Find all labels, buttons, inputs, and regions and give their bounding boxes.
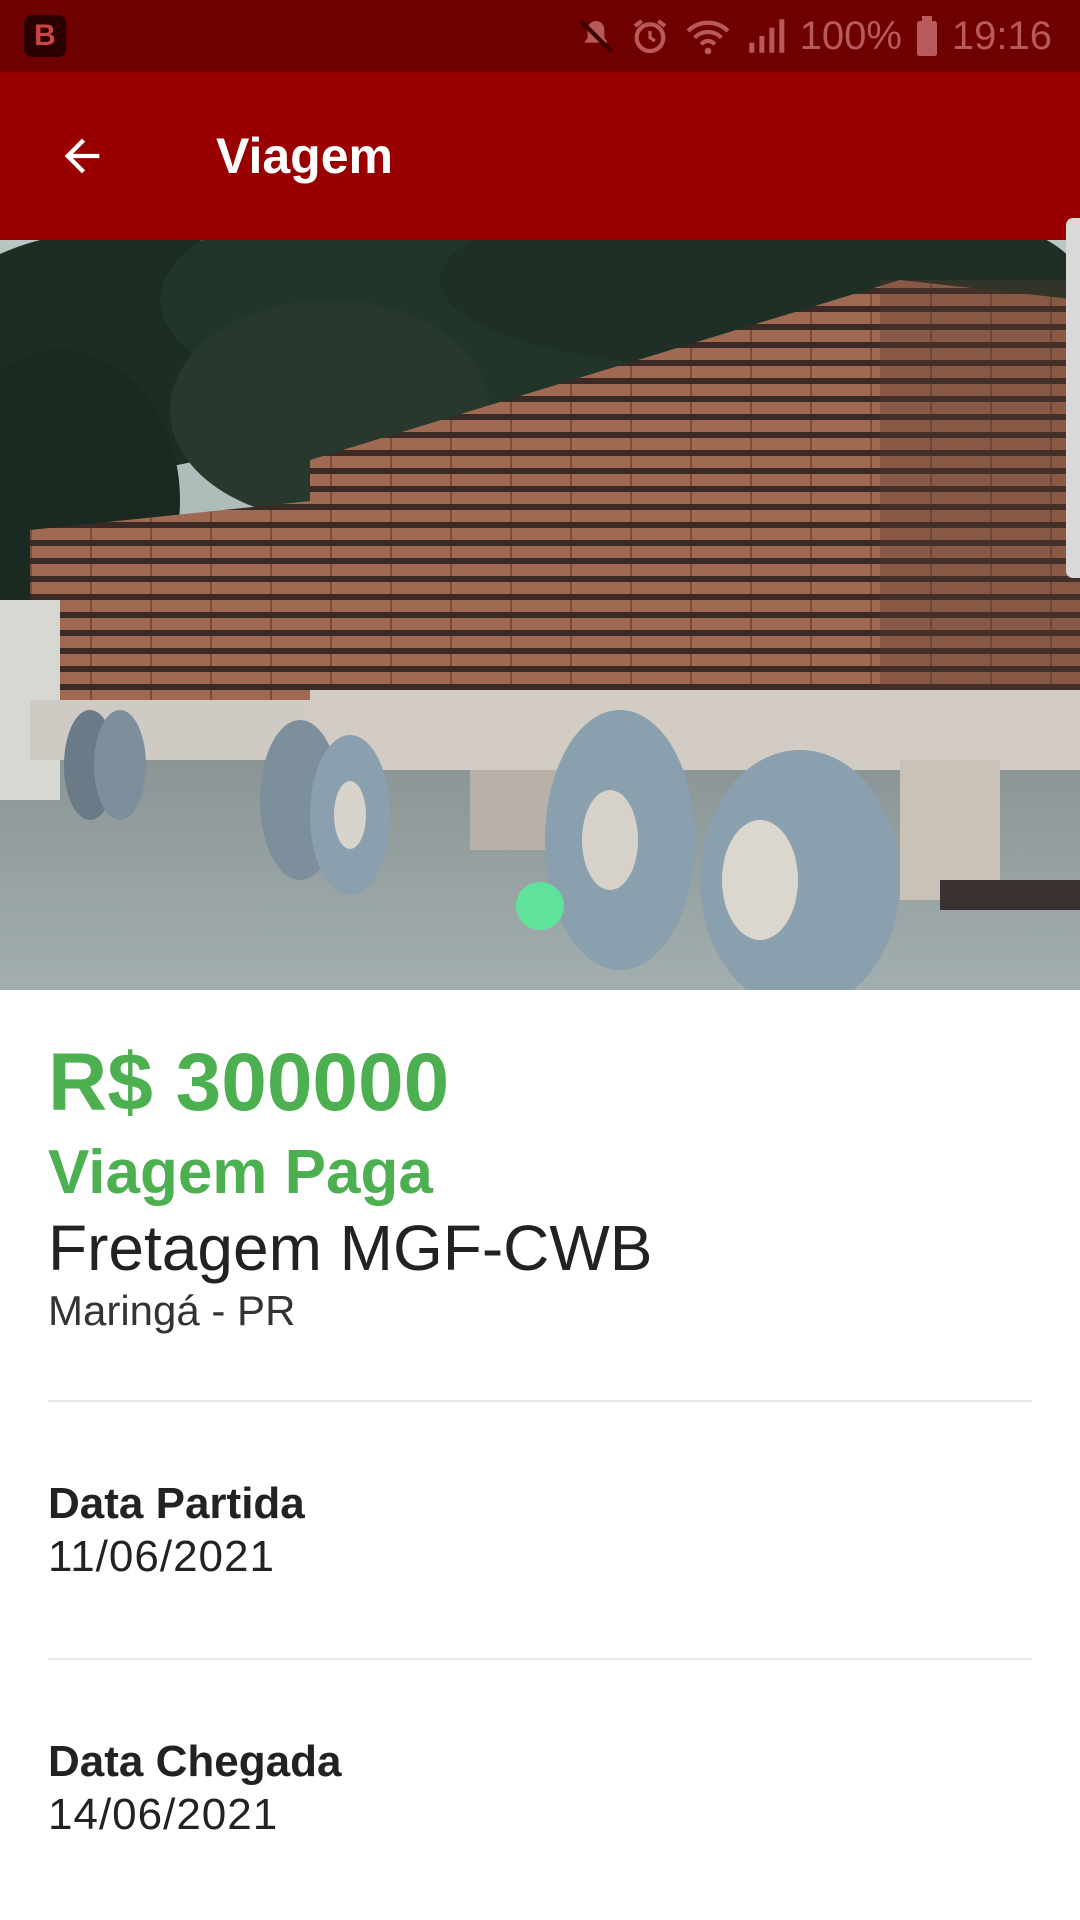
departure-date-value: 11/06/2021 xyxy=(48,1532,275,1582)
arrival-date-label: Data Chegada xyxy=(48,1736,342,1786)
battery-percentage: 100% xyxy=(799,13,902,58)
app-notification-icon: B xyxy=(24,15,66,57)
wifi-icon xyxy=(686,20,730,55)
arrival-date-section: Data Chegada 14/06/2021 xyxy=(48,1660,1032,1916)
status-icons: 100% 19:16 xyxy=(576,14,1052,59)
truck-with-lumber-photo xyxy=(0,240,1080,990)
carousel-page-indicator xyxy=(516,882,564,930)
trip-details: R$ 300000 Viagem Paga Fretagem MGF-CWB M… xyxy=(48,990,1032,1916)
back-button[interactable] xyxy=(22,96,142,216)
trip-name: Fretagem MGF-CWB xyxy=(48,1212,653,1285)
mute-icon xyxy=(579,19,613,53)
scroll-edge-indicator xyxy=(1066,218,1080,578)
status-time: 19:16 xyxy=(951,13,1052,58)
arrival-date-value: 14/06/2021 xyxy=(48,1789,279,1839)
arrow-left-icon xyxy=(64,138,100,174)
image-carousel[interactable] xyxy=(0,240,1080,990)
battery-icon xyxy=(916,16,937,56)
signal-icon xyxy=(748,19,784,53)
departure-date-section: Data Partida 11/06/2021 xyxy=(48,1402,1032,1658)
alarm-icon xyxy=(633,19,666,54)
app-bar: Viagem xyxy=(0,72,1080,240)
page-title: Viagem xyxy=(216,128,393,184)
trip-location: Maringá - PR xyxy=(48,1286,296,1334)
departure-date-label: Data Partida xyxy=(48,1479,305,1529)
trip-status: Viagem Paga xyxy=(48,1138,433,1207)
trip-price: R$ 300000 xyxy=(48,1037,450,1128)
status-bar: B 100% 19:16 xyxy=(0,0,1080,72)
